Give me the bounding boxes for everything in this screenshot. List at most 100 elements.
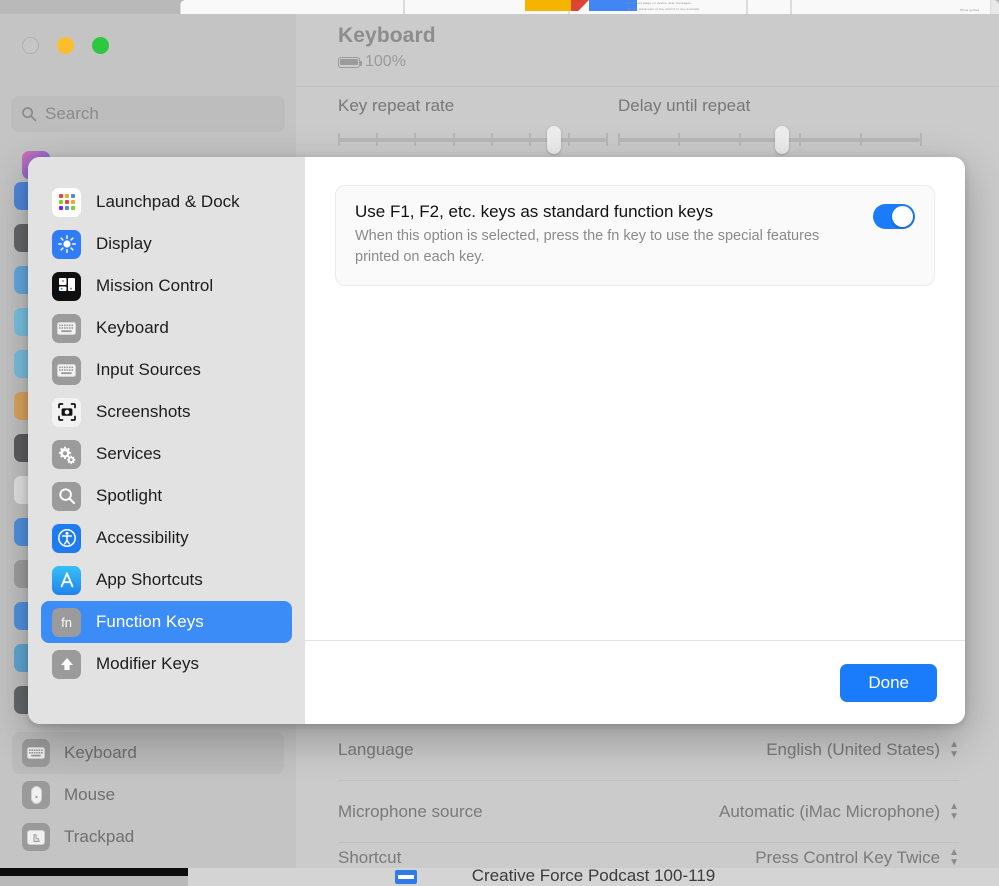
row-value[interactable]: English (United States) ▲ ▼ <box>766 740 959 760</box>
sheet-main-pane: Use F1, F2, etc. keys as standard functi… <box>305 157 965 724</box>
finder-window-title: Creative Force Podcast 100-119 <box>471 866 716 885</box>
row-value[interactable]: Press Control Key Twice ▲ ▼ <box>755 848 959 868</box>
display-icon <box>52 229 81 259</box>
mouse-icon <box>22 781 50 809</box>
input-sources-icon <box>52 355 81 385</box>
search-placeholder: Search <box>45 104 99 123</box>
chevron-updown-icon[interactable]: ▲ ▼ <box>949 740 959 760</box>
modifier-keys-icon <box>52 649 81 679</box>
minimize-button[interactable] <box>57 37 74 54</box>
slider-track[interactable] <box>618 126 922 154</box>
app-shortcuts-icon <box>52 565 81 595</box>
sheet-item-app-shortcuts[interactable]: App Shortcuts <box>41 559 292 601</box>
row-value-text: Automatic (iMac Microphone) <box>719 801 941 821</box>
option-subtitle: When this option is selected, press the … <box>355 228 820 265</box>
search-icon <box>22 107 37 122</box>
close-button[interactable] <box>22 37 39 54</box>
sheet-item-label: Screenshots <box>96 402 191 421</box>
slider-knob[interactable] <box>547 126 562 154</box>
settings-rows: Language English (United States) ▲ ▼ Micr… <box>338 718 959 872</box>
page-header: Keyboard 100% <box>338 24 436 71</box>
keyboard-icon <box>52 313 81 343</box>
sheet-item-mission-control[interactable]: Mission Control <box>41 265 292 307</box>
row-label: Shortcut <box>338 847 402 867</box>
chevron-updown-icon[interactable]: ▲ ▼ <box>949 848 959 868</box>
sheet-item-display[interactable]: Display <box>41 223 292 265</box>
sidebar-item-mouse[interactable]: Mouse <box>12 774 284 816</box>
google-logo-icon <box>525 0 637 11</box>
row-label: Microphone source <box>338 801 483 821</box>
zoom-button[interactable] <box>92 37 109 54</box>
spotlight-icon <box>52 481 81 511</box>
browser-text-fragment: Show guides <box>960 8 980 12</box>
sheet-item-accessibility[interactable]: Accessibility <box>41 517 292 559</box>
sheet-item-label: Function Keys <box>96 612 204 631</box>
sheet-item-modifier-keys[interactable]: Modifier Keys <box>41 643 292 685</box>
slider-label: Key repeat rate <box>338 96 455 115</box>
option-text-group: Use F1, F2, etc. keys as standard functi… <box>355 202 835 267</box>
sidebar-item-label: Keyboard <box>64 743 137 762</box>
sheet-item-launchpad-dock[interactable]: Launchpad & Dock <box>41 181 292 223</box>
sheet-item-label: Modifier Keys <box>96 654 199 673</box>
launchpad-icon <box>52 187 81 217</box>
accessibility-icon <box>52 523 81 553</box>
sidebar-bottom-list: Keyboard Mouse Trackpad <box>0 732 296 858</box>
fn-icon: fn <box>52 607 81 637</box>
sheet-item-label: Spotlight <box>96 486 163 505</box>
slider-label: Delay until repeat <box>618 96 751 115</box>
screenshots-icon <box>52 397 81 427</box>
sheet-item-label: Launchpad & Dock <box>96 192 240 211</box>
row-value[interactable]: Automatic (iMac Microphone) ▲ ▼ <box>719 802 959 822</box>
sheet-sidebar: Launchpad & Dock Display Mission Control… <box>28 157 305 724</box>
sheet-item-screenshots[interactable]: Screenshots <box>41 391 292 433</box>
sidebar-item-label: Trackpad <box>64 827 135 846</box>
sheet-item-keyboard[interactable]: Keyboard <box>41 307 292 349</box>
option-title: Use F1, F2, etc. keys as standard functi… <box>355 202 714 221</box>
mission-control-icon <box>52 271 81 301</box>
sheet-item-services[interactable]: Services <box>41 433 292 475</box>
background-dark-strip <box>0 868 190 876</box>
background-finder-window: Creative Force Podcast 100-119 <box>188 866 999 886</box>
sheet-item-input-sources[interactable]: Input Sources <box>41 349 292 391</box>
function-keys-option-card: Use F1, F2, etc. keys as standard functi… <box>335 185 935 287</box>
keyboard-icon <box>22 739 50 767</box>
search-input[interactable]: Search <box>11 96 285 132</box>
sheet-footer: Done <box>305 640 965 724</box>
services-icon <box>52 439 81 469</box>
slider-track[interactable] <box>338 126 608 154</box>
toggle-knob <box>892 206 913 227</box>
sheet-item-label: App Shortcuts <box>96 570 203 589</box>
battery-icon <box>338 56 363 68</box>
chevron-updown-icon[interactable]: ▲ ▼ <box>949 802 959 822</box>
browser-text-fragment: search tool stage on device dear message… <box>625 1 692 5</box>
sidebar-item-keyboard[interactable]: Keyboard <box>12 732 284 774</box>
sheet-item-label: Mission Control <box>96 276 214 295</box>
sidebar-item-label: Mouse <box>64 785 116 804</box>
standard-function-keys-toggle[interactable] <box>873 204 915 229</box>
sheet-item-spotlight[interactable]: Spotlight <box>41 475 292 517</box>
sheet-item-label: Keyboard <box>96 318 169 337</box>
row-label: Language <box>338 739 414 759</box>
key-repeat-rate-control[interactable]: Key repeat rate <box>338 96 608 154</box>
header-divider <box>296 86 999 87</box>
delay-until-repeat-control[interactable]: Delay until repeat <box>618 96 922 154</box>
trackpad-icon <box>22 823 50 851</box>
sheet-item-label: Display <box>96 234 152 253</box>
sheet-body: Use F1, F2, etc. keys as standard functi… <box>305 157 965 640</box>
row-value-text: English (United States) <box>766 739 941 759</box>
sheet-item-function-keys[interactable]: fn Function Keys <box>41 601 292 643</box>
window-traffic-lights <box>22 37 109 54</box>
page-title: Keyboard <box>338 24 436 47</box>
row-value-text: Press Control Key Twice <box>755 847 941 867</box>
done-button[interactable]: Done <box>840 663 937 702</box>
row-microphone-source[interactable]: Microphone source Automatic (iMac Microp… <box>338 780 959 842</box>
sheet-item-label: Input Sources <box>96 360 201 379</box>
slider-knob[interactable] <box>775 126 790 154</box>
row-language[interactable]: Language English (United States) ▲ ▼ <box>338 718 959 780</box>
sidebar-item-trackpad[interactable]: Trackpad <box>12 816 284 858</box>
sheet-item-label: Services <box>96 444 162 463</box>
battery-status: 100% <box>338 53 436 71</box>
battery-percent-label: 100% <box>365 53 406 70</box>
sheet-item-label: Accessibility <box>96 528 189 547</box>
function-keys-sheet: Launchpad & Dock Display Mission Control… <box>28 157 965 724</box>
